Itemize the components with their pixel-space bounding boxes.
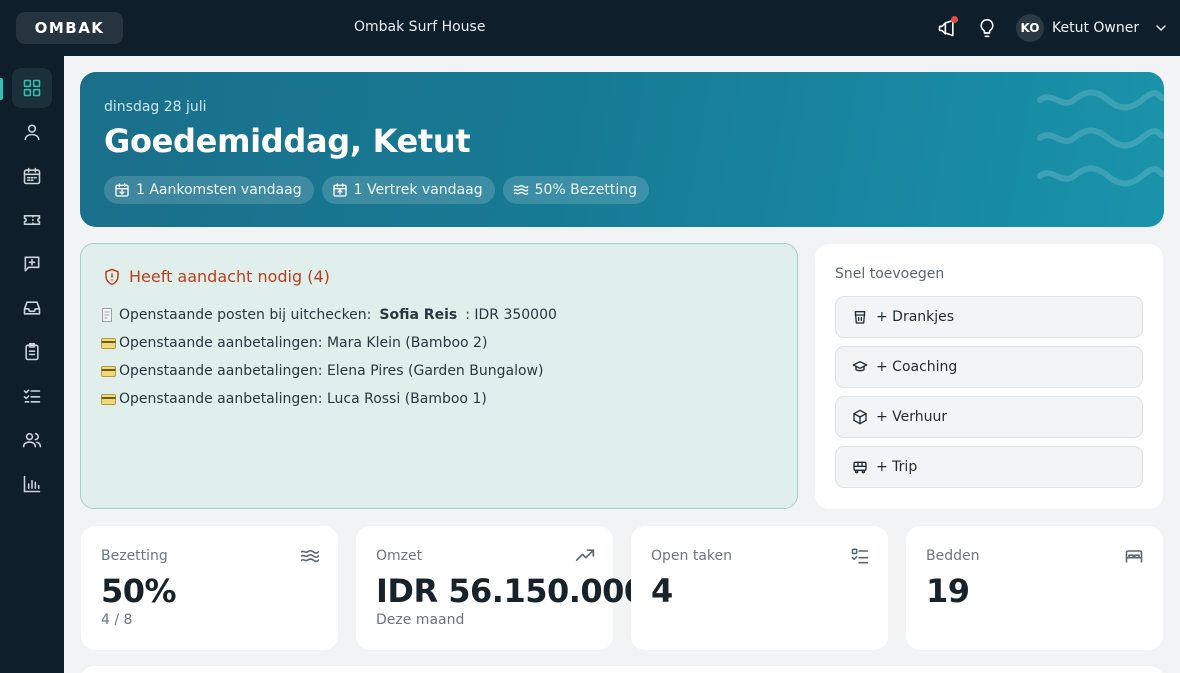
waves-decoration <box>1037 89 1164 187</box>
stat-label: Omzet <box>376 548 423 564</box>
avatar: KO <box>1016 14 1044 42</box>
card-icon <box>101 393 117 405</box>
calendar-icon <box>23 167 41 185</box>
trending-up-icon <box>575 549 595 561</box>
attention-item-text: Openstaande aanbetalingen: Luca Rossi (B… <box>119 391 487 407</box>
brand-logo-button[interactable]: OMBAK <box>16 12 123 44</box>
user-icon <box>24 124 40 141</box>
tips-button[interactable] <box>975 16 999 40</box>
attention-item[interactable]: Openstaande aanbetalingen: Mara Klein (B… <box>101 329 557 357</box>
waves-icon <box>300 549 320 563</box>
notification-dot <box>951 16 958 23</box>
stat-value: 4 <box>651 572 673 610</box>
attention-item-text: Openstaande aanbetalingen: Elena Pires (… <box>119 363 544 379</box>
bed-icon <box>1125 550 1143 563</box>
current-date: dinsdag 28 juli <box>104 99 207 115</box>
ticket-icon <box>23 215 41 225</box>
sidebar-item-guests[interactable] <box>12 112 52 152</box>
waves-icon <box>513 185 528 195</box>
cup-icon <box>854 311 866 324</box>
user-name: Ketut Owner <box>1052 20 1140 36</box>
occupancy-label: 50% Bezetting <box>534 182 637 198</box>
clipboard-icon <box>25 342 39 361</box>
receipt-icon <box>101 308 117 322</box>
calendar-in-icon <box>115 183 129 197</box>
arrivals-label: 1 Aankomsten vandaag <box>136 182 302 198</box>
attention-list: Openstaande posten bij uitchecken: Sofia… <box>101 301 557 413</box>
welcome-banner: dinsdag 28 juli Goedemiddag, Ketut 1 Aan… <box>80 72 1164 227</box>
add-rental-button[interactable]: + Verhuur <box>835 396 1143 438</box>
attention-heading: Heeft aandacht nodig (4) <box>103 267 330 286</box>
sidebar-item-inbox[interactable] <box>12 288 52 328</box>
summary-chips: 1 Aankomsten vandaag 1 Vertrek vandaag 5… <box>104 176 649 204</box>
sidebar-item-checklist[interactable] <box>12 376 52 416</box>
sidebar <box>0 56 64 673</box>
attention-item-text: Openstaande posten bij uitchecken: <box>119 307 372 323</box>
sidebar-item-tickets[interactable] <box>12 200 52 240</box>
sidebar-item-staff[interactable] <box>12 420 52 460</box>
stat-value: 19 <box>926 572 970 610</box>
card-icon <box>101 337 117 349</box>
departures-chip[interactable]: 1 Vertrek vandaag <box>321 176 495 204</box>
top-bar: OMBAK Ombak Surf House KO Ketut Owner <box>0 0 1180 56</box>
add-coaching-label: + Coaching <box>876 359 958 375</box>
quick-add-title: Snel toevoegen <box>835 266 945 282</box>
add-drinks-button[interactable]: + Drankjes <box>835 296 1143 338</box>
dashboard-icon <box>23 79 41 97</box>
stat-value: 50% <box>101 572 177 610</box>
stat-card-revenue[interactable]: Omzet IDR 56.150.000 Deze maand <box>356 526 646 650</box>
attention-amount: : IDR 350000 <box>465 307 557 323</box>
attention-item[interactable]: Openstaande aanbetalingen: Luca Rossi (B… <box>101 385 557 413</box>
quick-add-panel: Snel toevoegen + Drankjes + Coaching + V… <box>815 244 1163 509</box>
stat-subtext: 4 / 8 <box>101 612 133 628</box>
arrivals-chip[interactable]: 1 Aankomsten vandaag <box>104 176 314 204</box>
sidebar-item-tasks[interactable] <box>12 332 52 372</box>
stat-subtext: Deze maand <box>376 612 465 628</box>
attention-title: Heeft aandacht nodig (4) <box>129 267 330 286</box>
box-icon <box>853 409 867 425</box>
attention-guest-name[interactable]: Sofia Reis <box>379 307 457 323</box>
attention-item[interactable]: Openstaande aanbetalingen: Elena Pires (… <box>101 357 557 385</box>
lightbulb-icon <box>980 18 994 38</box>
attention-panel: Heeft aandacht nodig (4) Openstaande pos… <box>80 243 798 509</box>
attention-item-text: Openstaande aanbetalingen: Mara Klein (B… <box>119 335 488 351</box>
stat-value: IDR 56.150.000 <box>376 572 646 610</box>
checklist-icon <box>851 548 869 564</box>
inbox-icon <box>23 301 41 315</box>
sidebar-item-calendar[interactable] <box>12 156 52 196</box>
add-trip-button[interactable]: + Trip <box>835 446 1143 488</box>
stat-label: Bedden <box>926 548 980 564</box>
graduation-cap-icon <box>852 361 868 372</box>
user-menu[interactable]: KO Ketut Owner <box>1016 13 1169 43</box>
shield-alert-icon <box>105 268 119 285</box>
sidebar-item-dashboard[interactable] <box>12 68 52 108</box>
departures-label: 1 Vertrek vandaag <box>353 182 483 198</box>
announcements-button[interactable] <box>935 16 959 40</box>
sidebar-item-messages[interactable] <box>12 244 52 284</box>
stat-label: Bezetting <box>101 548 168 564</box>
checklist-icon <box>23 389 41 403</box>
bus-icon <box>853 461 867 474</box>
calendar-out-icon <box>332 183 347 197</box>
stat-card-open-tasks[interactable]: Open taken 4 <box>631 526 888 650</box>
stat-label: Open taken <box>651 548 733 564</box>
bar-chart-icon <box>23 475 41 493</box>
add-trip-label: + Trip <box>876 459 918 475</box>
message-plus-icon <box>24 256 40 272</box>
sidebar-item-reports[interactable] <box>12 464 52 504</box>
add-drinks-label: + Drankjes <box>876 309 955 325</box>
greeting-title: Goedemiddag, Ketut <box>104 122 471 160</box>
active-indicator <box>0 78 3 100</box>
next-section-card <box>80 666 1164 673</box>
chevron-down-icon <box>1156 25 1166 31</box>
property-name: Ombak Surf House <box>354 19 486 35</box>
add-coaching-button[interactable]: + Coaching <box>835 346 1143 388</box>
users-icon <box>22 432 42 448</box>
stat-card-beds[interactable]: Bedden 19 <box>906 526 1163 650</box>
stat-card-occupancy[interactable]: Bezetting 50% 4 / 8 <box>81 526 338 650</box>
occupancy-chip[interactable]: 50% Bezetting <box>502 176 649 204</box>
card-icon <box>101 365 117 377</box>
attention-item[interactable]: Openstaande posten bij uitchecken: Sofia… <box>101 301 557 329</box>
add-rental-label: + Verhuur <box>876 409 948 425</box>
